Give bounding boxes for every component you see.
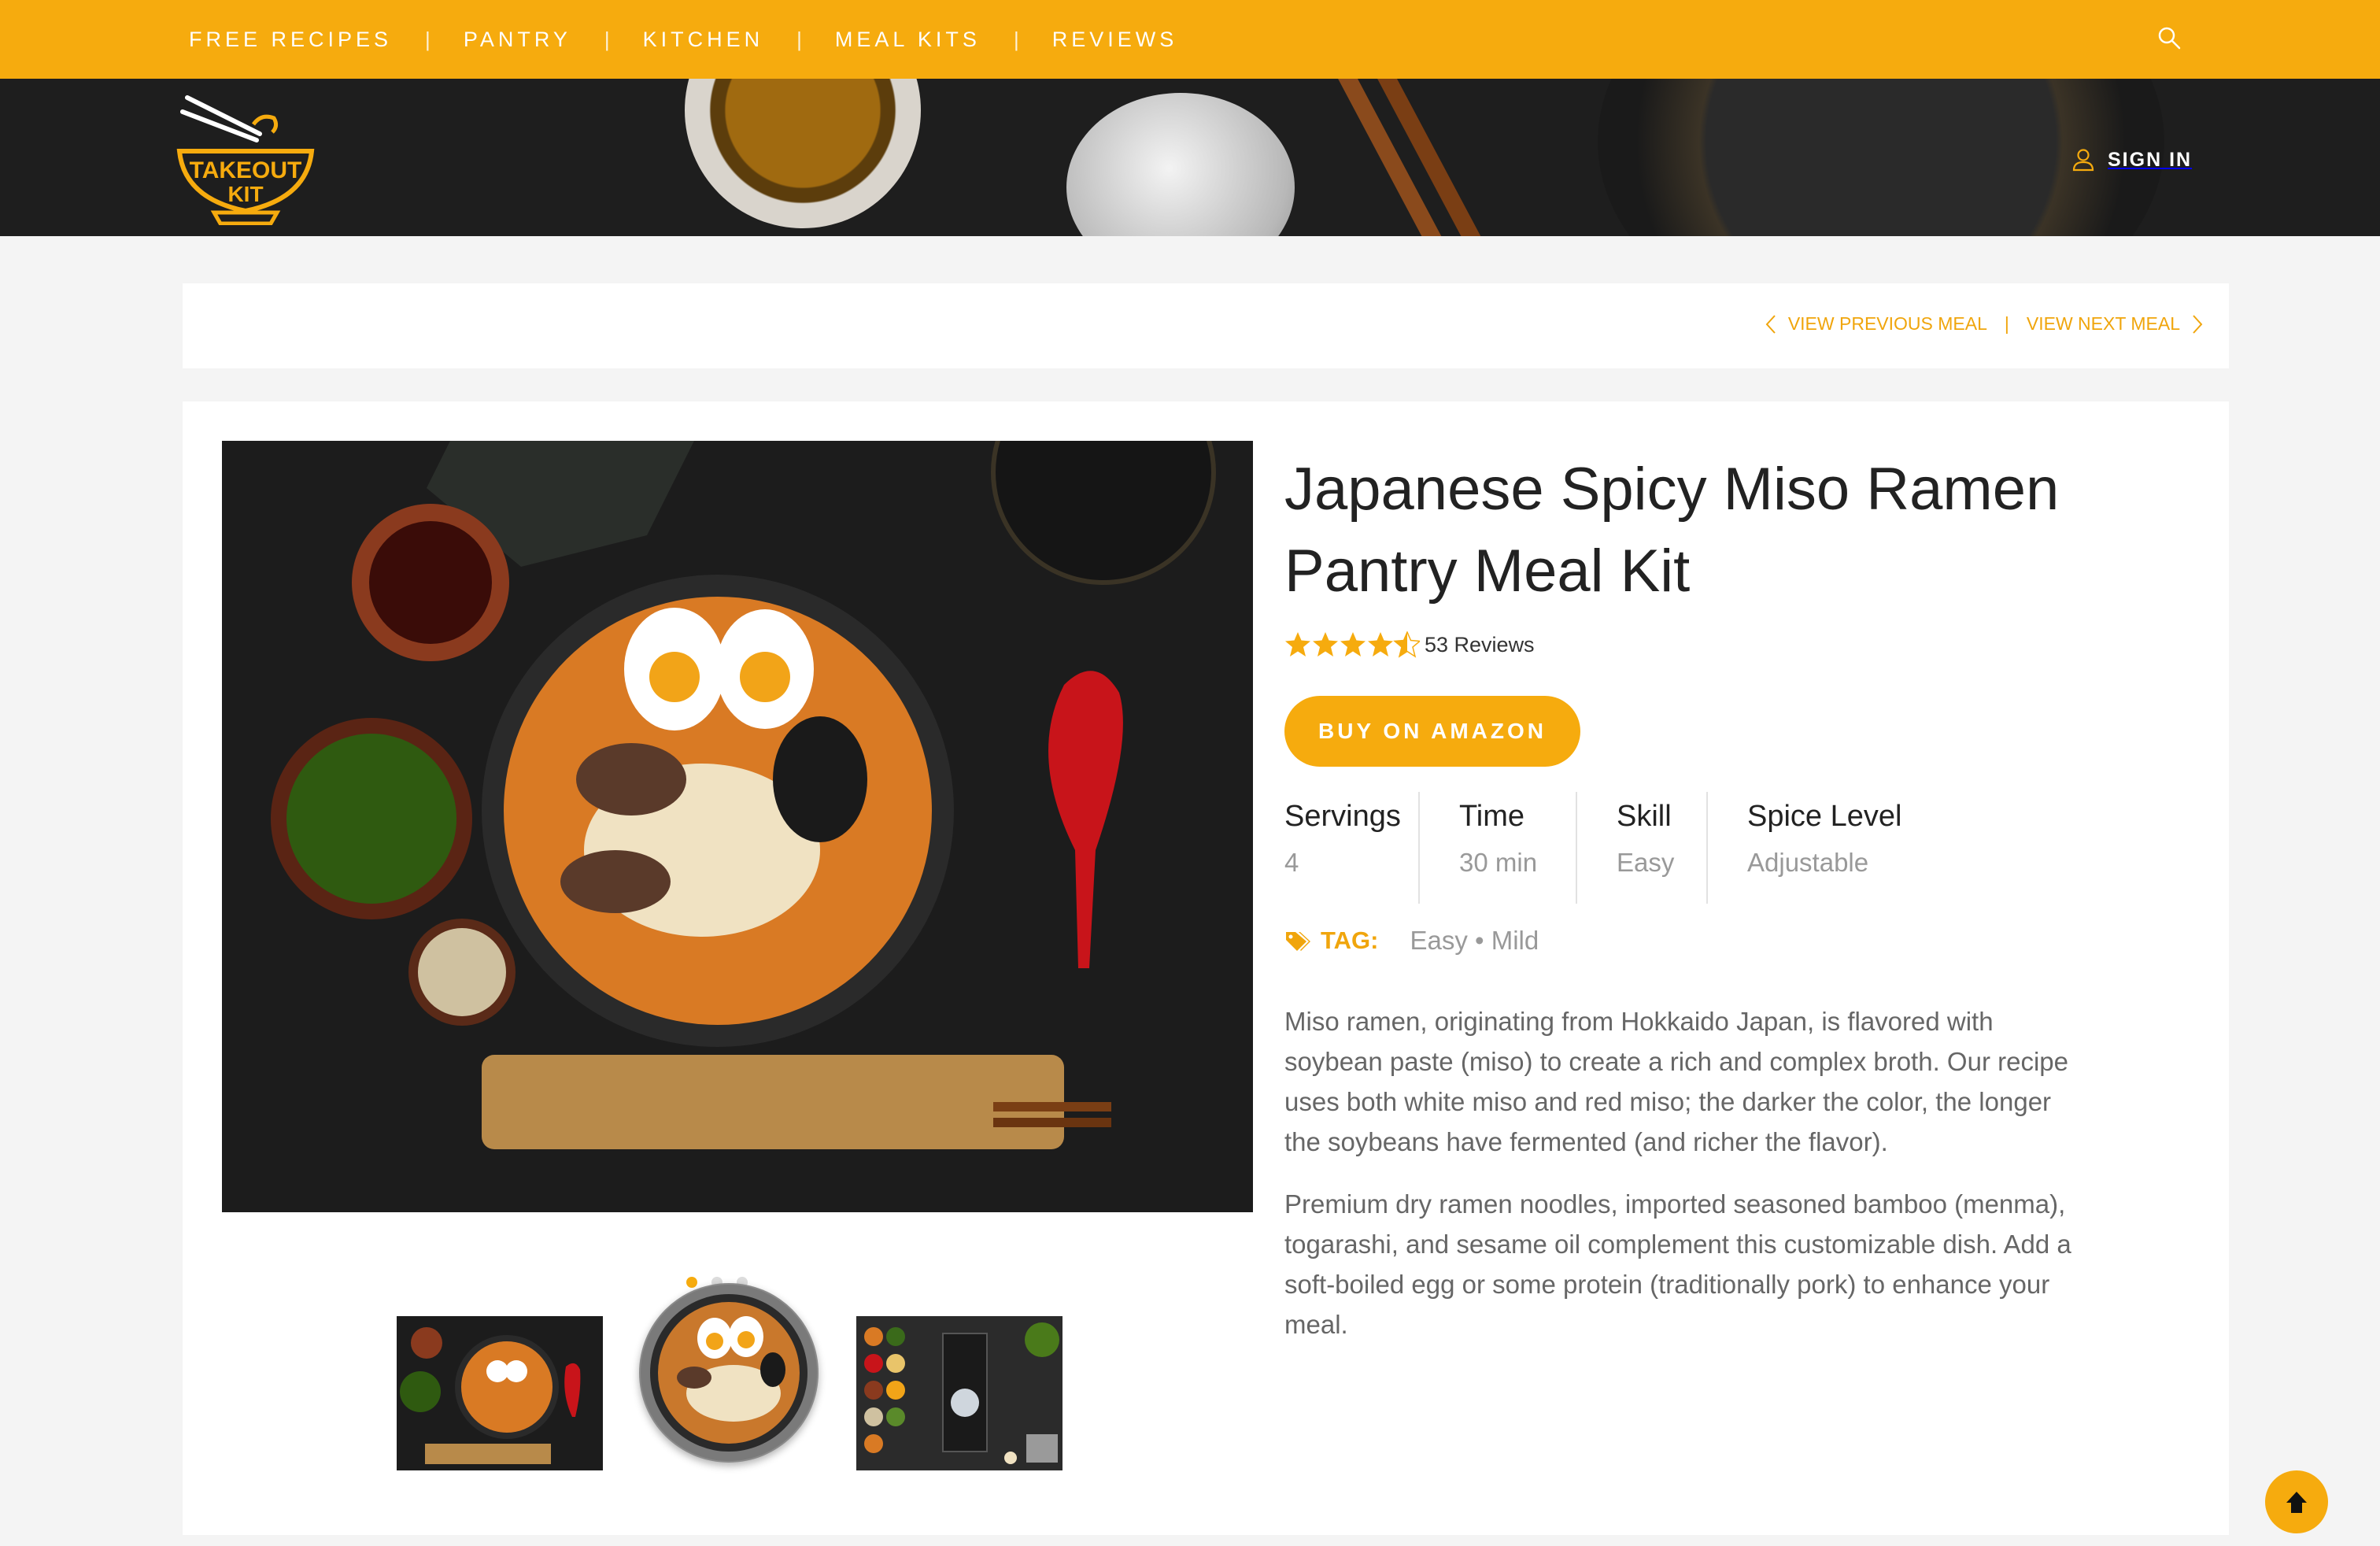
stat-value: Adjustable — [1747, 848, 1869, 877]
stat-time: Time 30 min — [1418, 792, 1576, 904]
arrow-up-icon — [2286, 1492, 2307, 1513]
chevron-left-icon — [1765, 314, 1776, 334]
stat-skill: Skill Easy — [1576, 792, 1706, 904]
product-card: Japanese Spicy Miso Ramen Pantry Meal Ki… — [183, 401, 2229, 1535]
banner-bowl-image — [685, 79, 921, 228]
svg-text:KIT: KIT — [227, 182, 263, 206]
thumbnail-kit-contents-image — [856, 1316, 1062, 1470]
ramen-bowl-image — [222, 441, 1253, 1212]
site-logo[interactable]: TAKEOUT KIT — [168, 93, 323, 226]
back-to-top-button[interactable] — [2265, 1470, 2328, 1533]
banner-plate-image — [1066, 93, 1295, 236]
search-icon[interactable] — [2156, 25, 2182, 50]
buy-on-amazon-button[interactable]: BUY ON AMAZON — [1284, 696, 1580, 767]
gallery-dot-active[interactable] — [686, 1277, 697, 1288]
top-nav: FREE RECIPES | PANTRY | KITCHEN | MEAL K… — [0, 0, 2380, 79]
chevron-right-icon — [2193, 314, 2203, 334]
stat-value: Easy — [1617, 848, 1675, 877]
meal-navigation-bar: VIEW PREVIOUS MEAL | VIEW NEXT MEAL — [183, 283, 2229, 368]
product-main-image[interactable] — [222, 441, 1253, 1212]
gallery-thumbnail-3[interactable] — [856, 1316, 1062, 1470]
stat-spice-level: Spice Level Adjustable — [1706, 792, 1911, 904]
nav-separator: | — [425, 27, 431, 51]
nav-item-pantry[interactable]: PANTRY — [464, 28, 571, 52]
stat-label: Servings — [1284, 800, 1401, 833]
product-stats: Servings 4 Time 30 min Skill Easy Spice … — [1284, 792, 1911, 904]
tag-label: TAG: — [1321, 926, 1379, 954]
nav-separator: | — [796, 27, 802, 51]
product-description: Miso ramen, originating from Hokkaido Ja… — [1284, 1001, 2087, 1344]
tag-values[interactable]: Easy • Mild — [1410, 926, 1539, 956]
logo-bowl-icon: TAKEOUT KIT — [176, 95, 315, 226]
previous-meal-link[interactable]: VIEW PREVIOUS MEAL — [1788, 313, 1987, 335]
product-tags: TAG: Easy • Mild — [1284, 926, 1539, 956]
nav-item-kitchen[interactable]: KITCHEN — [643, 28, 764, 52]
gallery-thumbnail-1[interactable] — [397, 1316, 603, 1470]
svg-text:TAKEOUT: TAKEOUT — [190, 157, 302, 183]
description-paragraph: Miso ramen, originating from Hokkaido Ja… — [1284, 1007, 2068, 1156]
tag-icon — [1286, 932, 1310, 951]
sign-in-link[interactable]: SIGN IN — [2071, 148, 2192, 172]
nav-item-reviews[interactable]: REVIEWS — [1052, 28, 1178, 52]
product-title: Japanese Spicy Miso Ramen Pantry Meal Ki… — [1284, 456, 2060, 605]
thumbnail-bowl-image — [641, 1285, 817, 1461]
nav-separator: | — [604, 27, 610, 51]
next-meal-link[interactable]: VIEW NEXT MEAL — [2027, 313, 2180, 335]
stat-label: Skill — [1617, 800, 1672, 833]
top-nav-list: FREE RECIPES | PANTRY | KITCHEN | MEAL K… — [189, 0, 1177, 79]
star-rating-icon — [1285, 631, 1420, 657]
nav-item-meal-kits[interactable]: MEAL KITS — [835, 28, 981, 52]
reviews-count[interactable]: 53 Reviews — [1425, 633, 1535, 657]
nav-item-free-recipes[interactable]: FREE RECIPES — [189, 28, 392, 52]
stat-value: 4 — [1284, 848, 1299, 877]
user-icon — [2072, 149, 2094, 172]
stat-label: Spice Level — [1747, 800, 1902, 833]
stat-label: Time — [1459, 800, 1525, 833]
stat-value: 30 min — [1459, 848, 1538, 877]
hero-banner — [0, 79, 2380, 236]
sign-in-label: SIGN IN — [2108, 148, 2193, 171]
description-paragraph: Premium dry ramen noodles, imported seas… — [1284, 1189, 2071, 1339]
thumbnail-ramen-image — [397, 1316, 603, 1470]
product-rating[interactable]: 53 Reviews — [1284, 631, 1535, 658]
stat-servings: Servings 4 — [1284, 792, 1418, 904]
meal-nav-separator: | — [2004, 313, 2009, 334]
gallery-thumbnail-2[interactable] — [639, 1283, 819, 1463]
nav-separator: | — [1013, 27, 1019, 51]
